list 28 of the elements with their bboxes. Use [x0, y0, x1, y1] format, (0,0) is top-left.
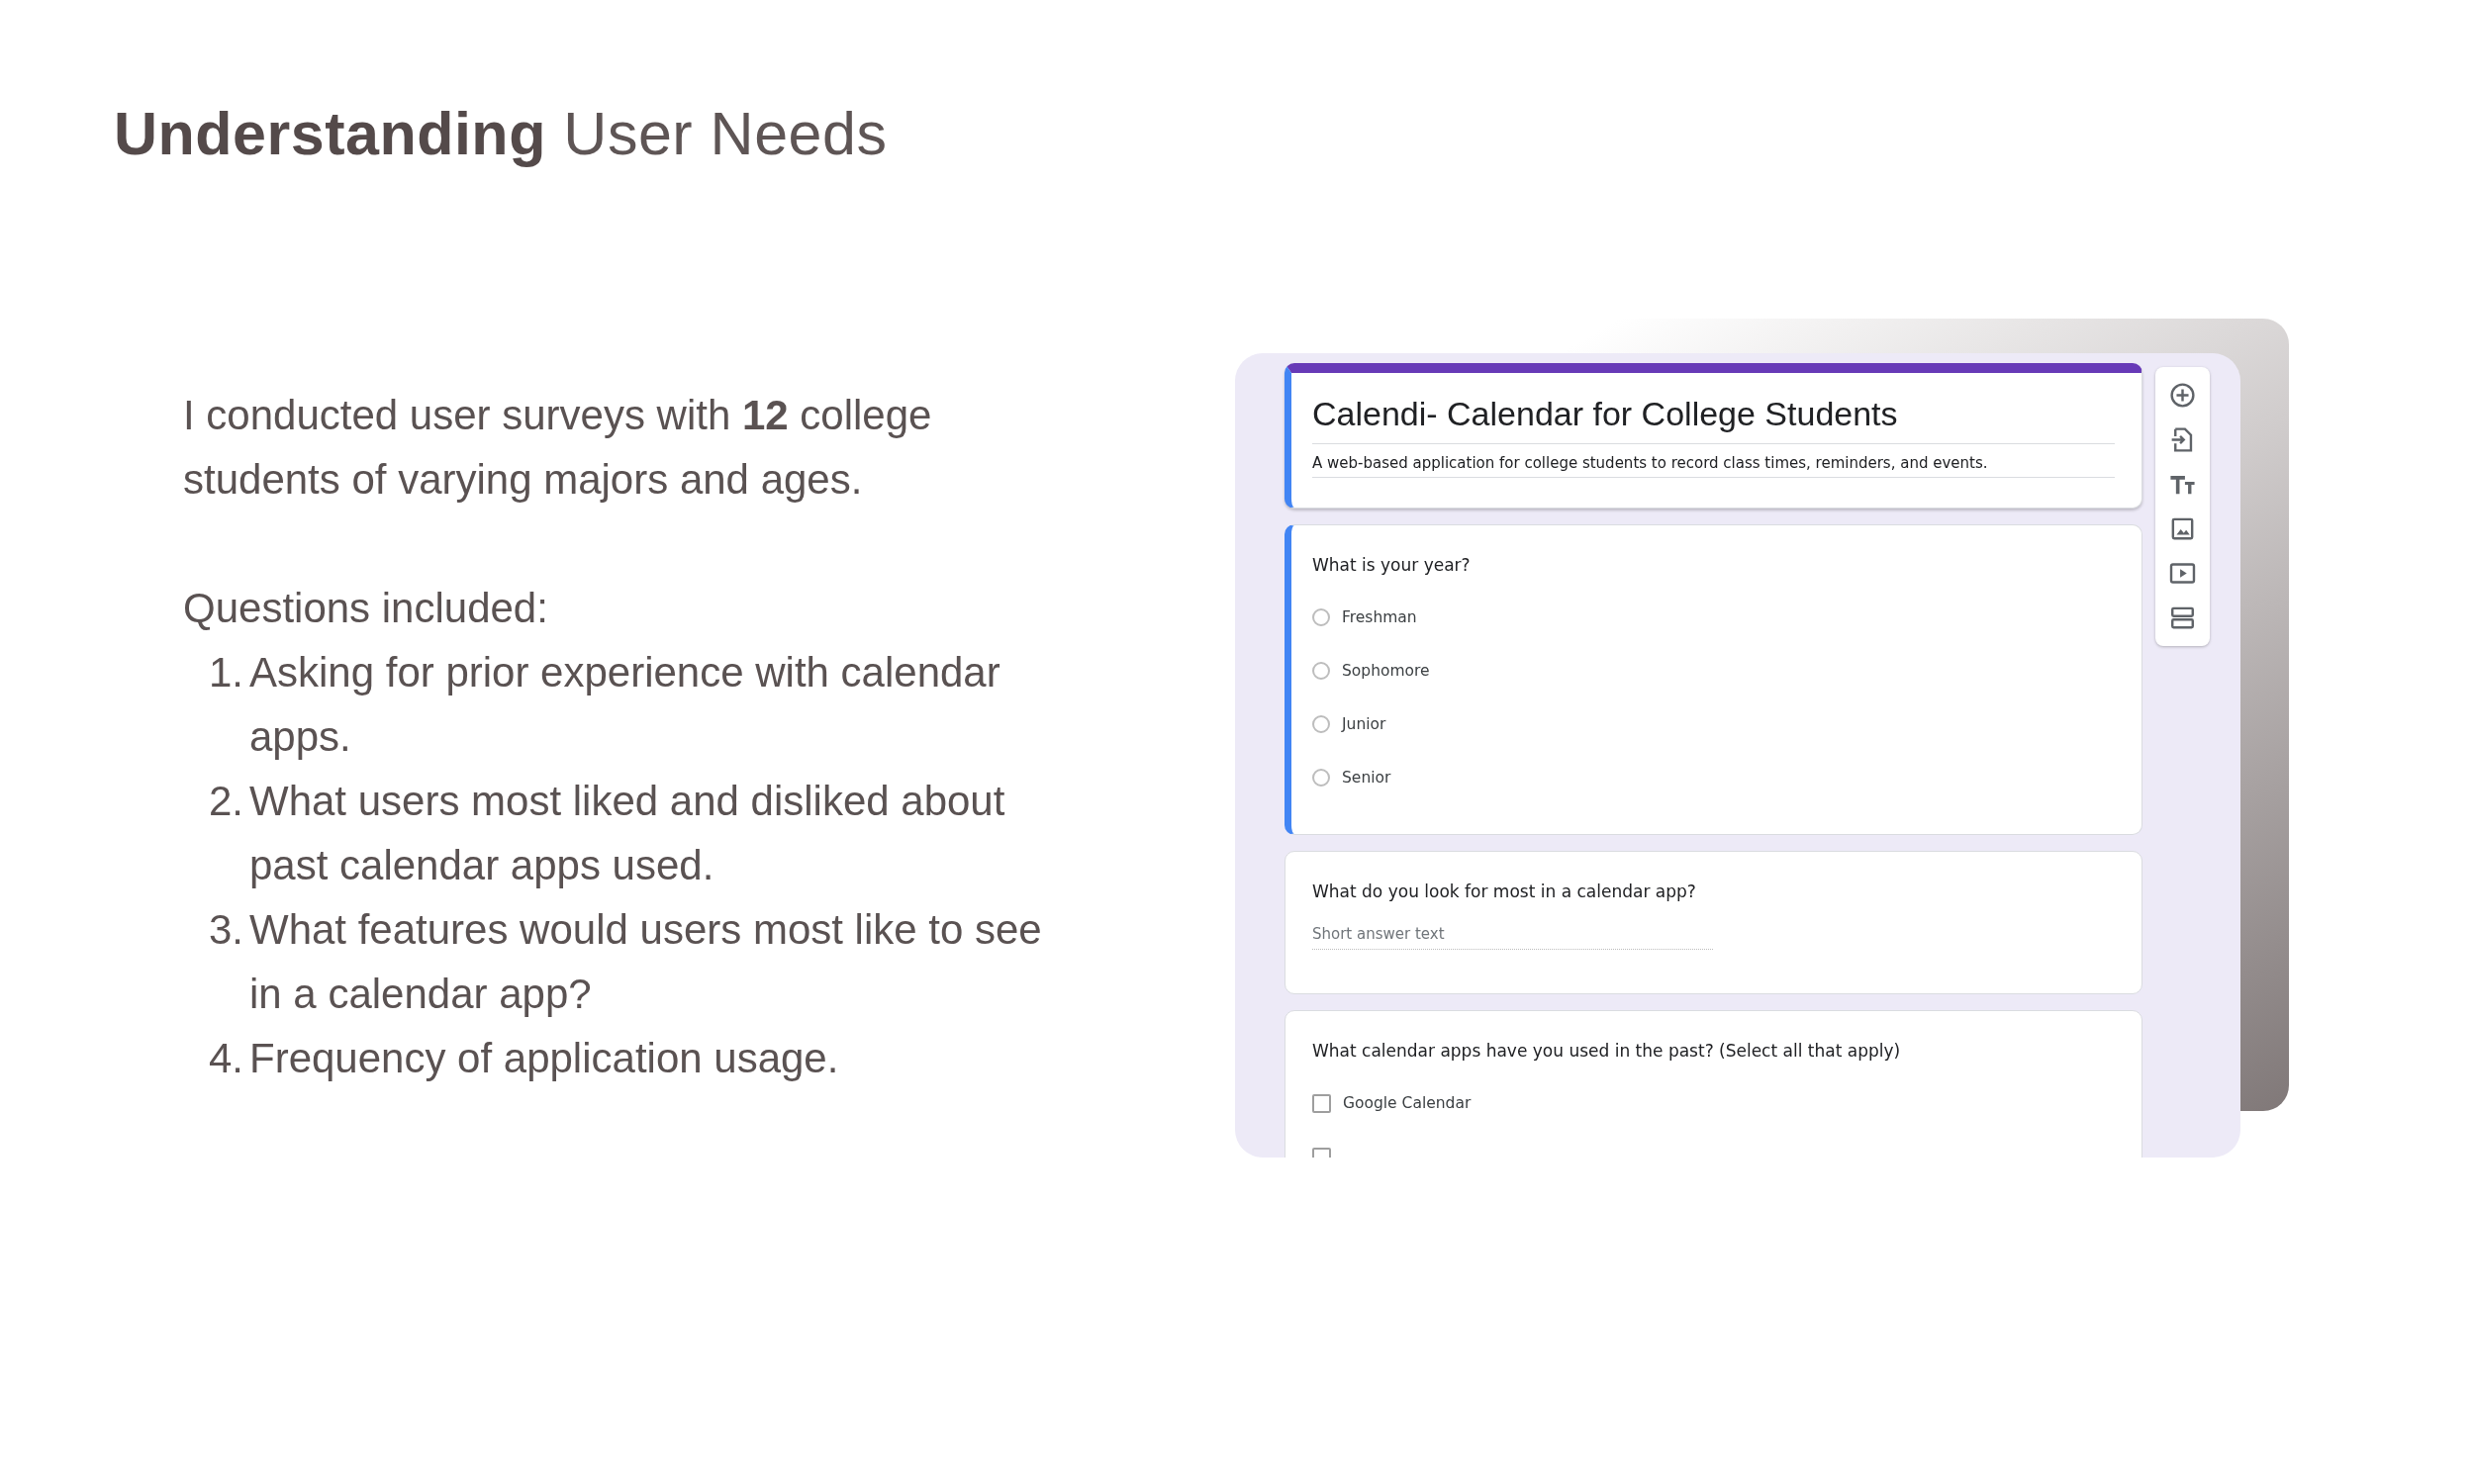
- form-description: A web-based application for college students to record class times, reminders, and events.: [1312, 444, 2115, 478]
- list-item-text: What users most liked and disliked about past calendar apps used.: [249, 777, 1006, 890]
- radio-button[interactable]: [1312, 715, 1330, 733]
- option-label: Freshman: [1342, 608, 1417, 626]
- list-item-text: Frequency of application usage.: [249, 1034, 840, 1083]
- radio-button[interactable]: [1312, 662, 1330, 680]
- option-label: Senior: [1342, 769, 1391, 787]
- questions-label: Questions included:: [183, 584, 549, 633]
- list-number: 1.: [209, 648, 245, 697]
- list-number: 4.: [209, 1034, 245, 1083]
- question-text: What calendar apps have you used in the past? (Select all that apply): [1312, 1041, 1902, 1061]
- radio-button[interactable]: [1312, 608, 1330, 626]
- list-item-text: Asking for prior experience with calendar apps.: [249, 648, 1001, 762]
- list-number: 2.: [209, 777, 245, 826]
- question-text: What do you look for most in a calendar app?: [1312, 881, 1697, 901]
- question-text: What is your year?: [1312, 555, 1472, 575]
- list-number: 3.: [209, 905, 245, 955]
- list-item-text: What features would users most like to see in a calendar app?: [249, 905, 1043, 1019]
- option-label: Google Calendar: [1343, 1094, 1472, 1112]
- option-label: Junior: [1342, 715, 1386, 733]
- checkbox[interactable]: [1312, 1093, 1331, 1113]
- radio-button[interactable]: [1312, 769, 1330, 787]
- form-title: Calendi- Calendar for College Students: [1312, 395, 2115, 444]
- option-label: Sophomore: [1342, 662, 1430, 680]
- add-circle-icon[interactable]: [2168, 381, 2197, 410]
- intro-paragraph: I conducted user surveys with 12 college students of varying majors and ages.: [183, 391, 933, 505]
- slide-title: Understanding User Needs: [114, 99, 889, 168]
- short-answer-field[interactable]: Short answer text: [1312, 917, 1713, 950]
